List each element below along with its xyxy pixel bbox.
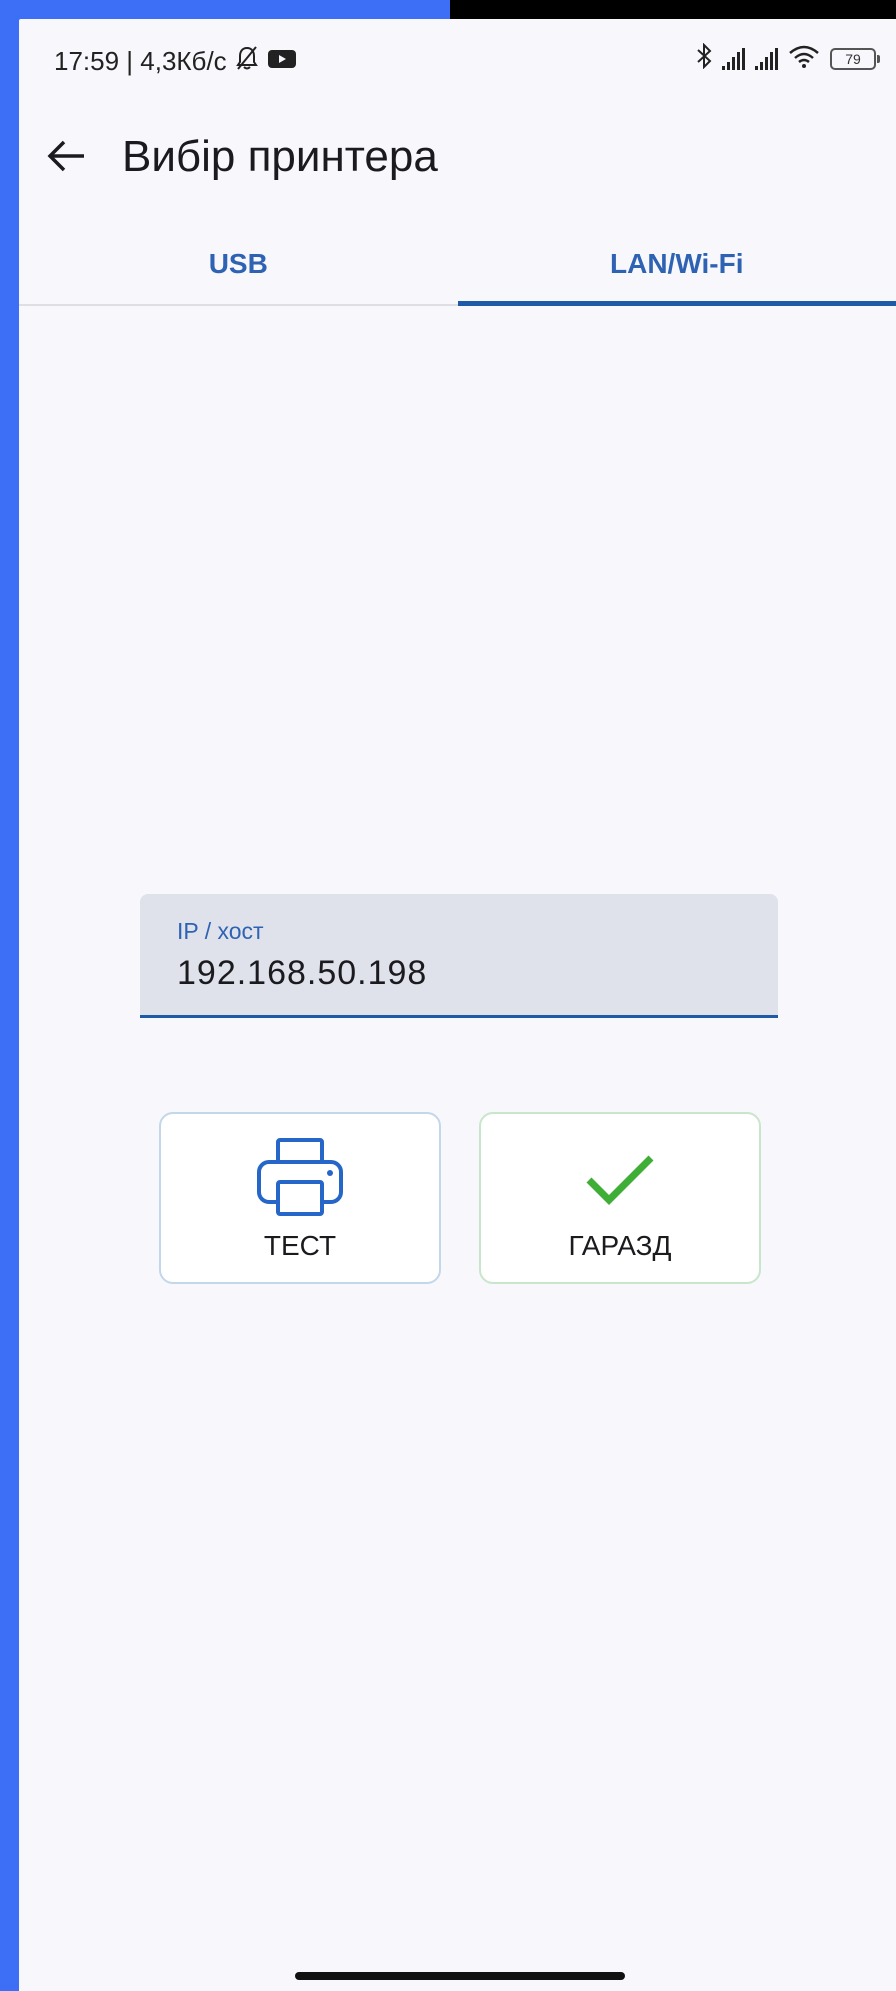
tab-usb[interactable]: USB [19, 224, 458, 304]
ok-button-label: ГАРАЗД [568, 1230, 672, 1261]
battery-icon: 79 [830, 47, 880, 70]
checkmark-icon [575, 1136, 665, 1225]
video-icon [267, 46, 297, 77]
back-button[interactable] [41, 131, 91, 181]
ip-host-label: IP / хост [177, 918, 264, 944]
phone-screen: 17:59 | 4,3Кб/с 79 Вибір принтера USB LA… [19, 19, 896, 1991]
test-button-label: ТЕСТ [263, 1230, 337, 1261]
page-title: Вибір принтера [122, 132, 438, 181]
status-right: 79 [696, 42, 880, 74]
ip-host-input[interactable] [177, 954, 737, 993]
signal-icon [755, 47, 778, 70]
ip-host-field[interactable]: IP / хост [140, 894, 778, 1018]
home-indicator[interactable] [295, 1972, 625, 1980]
tab-bar: USB LAN/Wi-Fi [19, 224, 896, 306]
status-bar: 17:59 | 4,3Кб/с 79 [19, 19, 896, 104]
status-left: 17:59 | 4,3Кб/с [54, 45, 297, 78]
bell-off-icon [235, 45, 259, 78]
arrow-left-icon [47, 140, 84, 172]
ok-button[interactable]: ГАРАЗД [479, 1112, 761, 1284]
test-button[interactable]: ТЕСТ [159, 1112, 441, 1284]
tab-lan-wifi[interactable]: LAN/Wi-Fi [457, 224, 896, 306]
status-time-speed: 17:59 | 4,3Кб/с [54, 46, 227, 76]
bluetooth-icon [696, 42, 712, 74]
app-bar: Вибір принтера [19, 104, 896, 224]
signal-icon [722, 47, 745, 70]
printer-icon [255, 1136, 345, 1225]
wifi-icon [788, 44, 820, 73]
